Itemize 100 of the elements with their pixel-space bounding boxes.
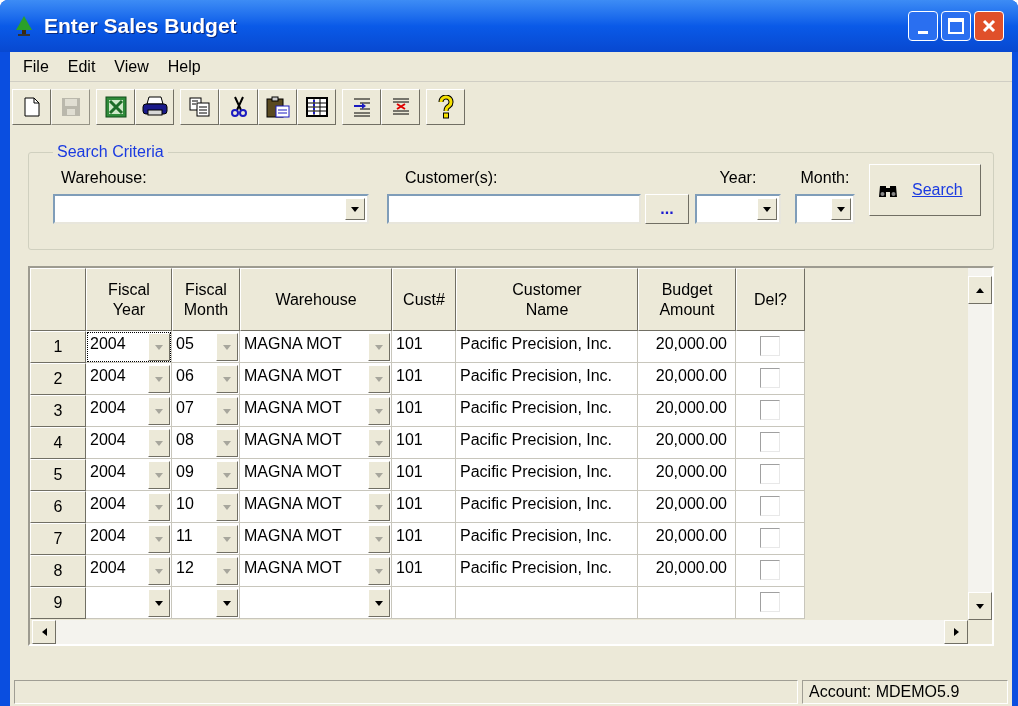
dropdown-cell[interactable]: MAGNA MOT (240, 363, 392, 395)
column-header[interactable]: Fiscal Month (172, 268, 240, 331)
dropdown-cell[interactable]: MAGNA MOT (240, 523, 392, 555)
arrow-right-icon (952, 627, 960, 637)
maximize-icon (948, 18, 964, 34)
delete-checkbox[interactable] (760, 528, 780, 548)
toolbar-button[interactable] (219, 89, 258, 125)
delete-checkbox[interactable] (760, 432, 780, 452)
scroll-up-button[interactable] (968, 276, 992, 304)
minimize-button[interactable] (908, 11, 938, 41)
menu-item[interactable]: Edit (58, 52, 105, 81)
window-title: Enter Sales Budget (44, 13, 237, 40)
cell-value: MAGNA MOT (243, 494, 342, 514)
month-dropdown[interactable] (795, 194, 855, 224)
close-icon (982, 19, 996, 33)
column-header[interactable]: Budget Amount (638, 268, 736, 331)
customer-field[interactable] (387, 194, 641, 224)
menu-item[interactable]: View (105, 52, 158, 81)
row-header[interactable]: 7 (30, 523, 86, 555)
scroll-left-button[interactable] (32, 620, 56, 644)
dropdown-cell[interactable] (240, 587, 392, 619)
scroll-down-button[interactable] (968, 592, 992, 620)
column-header[interactable]: Cust# (392, 268, 456, 331)
dropdown-cell[interactable]: 2004 (86, 491, 172, 523)
row-header[interactable]: 6 (30, 491, 86, 523)
close-button[interactable] (974, 11, 1004, 41)
dropdown-cell[interactable]: MAGNA MOT (240, 427, 392, 459)
toolbar-button[interactable] (426, 89, 465, 125)
arrow-down-icon (374, 375, 384, 383)
dropdown-cell[interactable]: MAGNA MOT (240, 555, 392, 587)
cell-value: MAGNA MOT (243, 526, 342, 546)
column-header[interactable]: Customer Name (456, 268, 638, 331)
row-header[interactable]: 9 (30, 587, 86, 619)
row-header[interactable]: 1 (30, 331, 86, 363)
dropdown-cell[interactable] (172, 587, 240, 619)
dropdown-cell[interactable]: 05 (172, 331, 240, 363)
dropdown-button[interactable] (831, 198, 851, 220)
dropdown-cell[interactable] (86, 587, 172, 619)
dropdown-cell[interactable]: 10 (172, 491, 240, 523)
arrow-down-icon (154, 375, 164, 383)
dropdown-button[interactable] (216, 589, 238, 617)
delete-checkbox[interactable] (760, 336, 780, 356)
search-button[interactable]: Search (869, 164, 981, 216)
dropdown-cell[interactable]: 08 (172, 427, 240, 459)
arrow-down-icon (374, 439, 384, 447)
dropdown-cell[interactable]: 2004 (86, 459, 172, 491)
year-dropdown[interactable] (695, 194, 781, 224)
arrow-down-icon (154, 535, 164, 543)
scroll-right-button[interactable] (944, 620, 968, 644)
table-cell: 101 (392, 491, 456, 523)
delete-checkbox[interactable] (760, 464, 780, 484)
dropdown-cell[interactable]: 2004 (86, 395, 172, 427)
dropdown-cell[interactable]: 09 (172, 459, 240, 491)
table-cell: Pacific Precision, Inc. (456, 523, 638, 555)
row-header[interactable]: 8 (30, 555, 86, 587)
browse-button[interactable]: ... (645, 194, 689, 224)
dropdown-button[interactable] (148, 589, 170, 617)
menu-item[interactable]: File (14, 52, 58, 81)
column-header[interactable]: Del? (736, 268, 805, 331)
delete-checkbox[interactable] (760, 496, 780, 516)
dropdown-button[interactable] (757, 198, 777, 220)
toolbar-button[interactable] (135, 89, 174, 125)
arrow-down-icon (154, 407, 164, 415)
dropdown-cell[interactable]: MAGNA MOT (240, 331, 392, 363)
dropdown-cell[interactable]: 2004 (86, 427, 172, 459)
dropdown-cell[interactable]: MAGNA MOT (240, 459, 392, 491)
scissors-icon (230, 96, 247, 118)
dropdown-cell[interactable]: 11 (172, 523, 240, 555)
delete-checkbox[interactable] (760, 560, 780, 580)
column-header[interactable]: Warehouse (240, 268, 392, 331)
row-header[interactable]: 2 (30, 363, 86, 395)
delete-checkbox[interactable] (760, 400, 780, 420)
dropdown-cell[interactable]: 2004 (86, 555, 172, 587)
dropdown-button[interactable] (368, 589, 390, 617)
dropdown-button[interactable] (345, 198, 365, 220)
horizontal-scrollbar[interactable] (32, 620, 968, 644)
dropdown-cell[interactable]: MAGNA MOT (240, 395, 392, 427)
dropdown-cell[interactable]: 07 (172, 395, 240, 427)
delete-checkbox[interactable] (760, 592, 780, 612)
row-header[interactable]: 5 (30, 459, 86, 491)
toolbar-button[interactable] (96, 89, 135, 125)
table-cell: 101 (392, 363, 456, 395)
toolbar-button[interactable] (258, 89, 297, 125)
dropdown-cell[interactable]: 2004 (86, 523, 172, 555)
row-header[interactable]: 4 (30, 427, 86, 459)
maximize-button[interactable] (941, 11, 971, 41)
column-header[interactable]: Fiscal Year (86, 268, 172, 331)
menu-item[interactable]: Help (158, 52, 210, 81)
row-header[interactable]: 3 (30, 395, 86, 427)
minimize-icon (918, 31, 928, 34)
dropdown-cell[interactable]: MAGNA MOT (240, 491, 392, 523)
arrow-up-icon (975, 286, 985, 294)
dropdown-cell[interactable]: 06 (172, 363, 240, 395)
arrow-down-icon (222, 343, 232, 351)
toolbar-button[interactable] (297, 89, 336, 125)
dropdown-cell[interactable]: 12 (172, 555, 240, 587)
delete-checkbox[interactable] (760, 368, 780, 388)
dropdown-cell[interactable]: 2004 (86, 331, 172, 363)
dropdown-cell[interactable]: 2004 (86, 363, 172, 395)
vertical-scrollbar[interactable] (968, 268, 992, 620)
